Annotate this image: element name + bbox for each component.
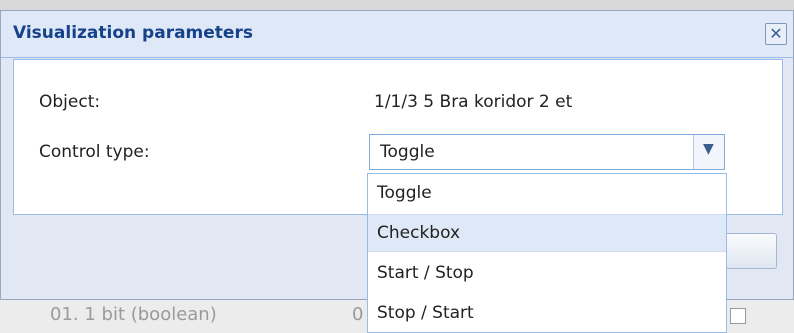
- close-icon: ✕: [769, 24, 783, 43]
- background-row-value: 0: [352, 304, 364, 325]
- dropdown-option-start-stop[interactable]: Start / Stop: [368, 254, 726, 292]
- control-type-dropdown-list: Toggle Checkbox Start / Stop Stop / Star…: [367, 173, 727, 333]
- dialog-header: Visualization parameters ✕: [1, 11, 793, 58]
- control-type-select[interactable]: Toggle ▼: [369, 134, 725, 170]
- control-type-label: Control type:: [39, 142, 150, 162]
- dropdown-option-stop-start[interactable]: Stop / Start: [368, 294, 726, 332]
- dropdown-option-toggle[interactable]: Toggle: [368, 174, 726, 212]
- dialog-title: Visualization parameters: [13, 23, 253, 43]
- control-type-selected-value: Toggle: [380, 142, 435, 162]
- background-row-checkbox: [730, 308, 746, 324]
- footer-button[interactable]: [723, 233, 777, 269]
- dropdown-option-checkbox[interactable]: Checkbox: [368, 214, 726, 252]
- object-label: Object:: [39, 92, 101, 112]
- control-type-dropdown-trigger[interactable]: ▼: [693, 135, 724, 169]
- page: 01. 1 bit (boolean) 0 Visualization para…: [0, 0, 794, 333]
- background-row-type: 01. 1 bit (boolean): [50, 304, 217, 325]
- close-button[interactable]: ✕: [765, 23, 787, 45]
- object-value: 1/1/3 5 Bra koridor 2 et: [374, 92, 573, 112]
- chevron-down-icon: ▼: [703, 141, 714, 157]
